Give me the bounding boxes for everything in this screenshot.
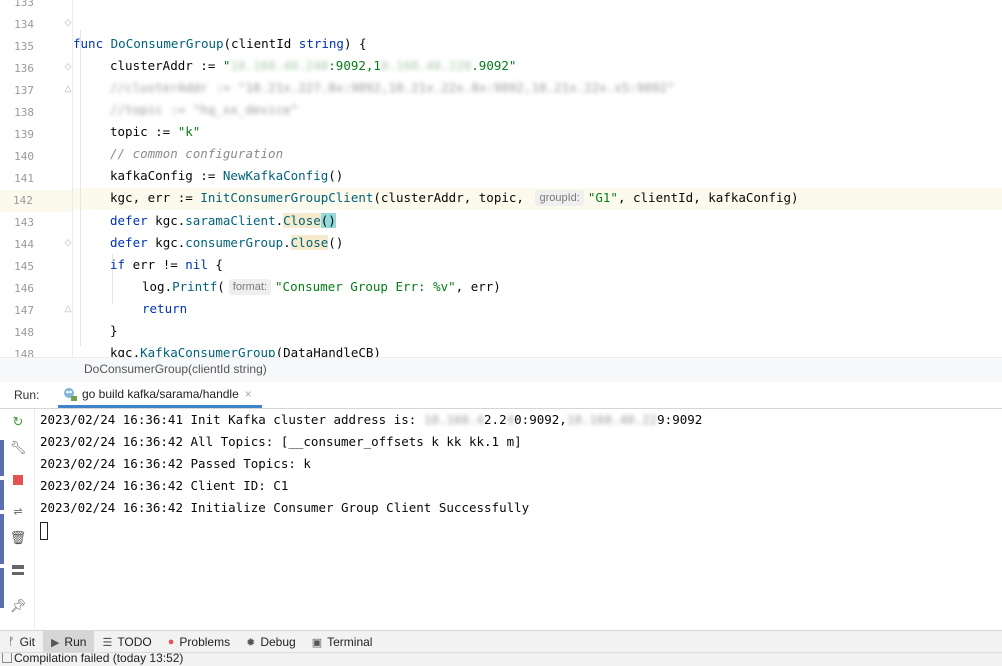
run-config-label: go build kafka/sarama/handle bbox=[82, 386, 239, 401]
side-strip bbox=[0, 440, 4, 620]
status-icon bbox=[2, 653, 12, 663]
status-text[interactable]: Compilation failed (today 13:52) bbox=[14, 653, 183, 665]
run-tool-window-header: Run: go build kafka/sarama/handle × bbox=[0, 382, 1002, 409]
error-icon: ● bbox=[167, 636, 175, 648]
console-line: 2023/02/24 16:36:42 Client ID: C1 bbox=[40, 478, 289, 493]
line-number: 136 bbox=[14, 62, 34, 75]
tab-problems[interactable]: ● Problems bbox=[160, 631, 238, 653]
stop-icon[interactable] bbox=[9, 471, 27, 489]
soft-wrap-icon[interactable]: ⇌ bbox=[9, 503, 27, 521]
breadcrumb[interactable]: DoConsumerGroup(clientId string) bbox=[0, 357, 1002, 383]
line-number: 135 bbox=[14, 40, 34, 53]
line-number-current: 142 bbox=[0, 190, 72, 212]
code-line: kafkaConfig := NewKafkaConfig() bbox=[110, 168, 344, 183]
console-line: 2023/02/24 16:36:42 Passed Topics: k bbox=[40, 456, 311, 471]
tab-label: Problems bbox=[179, 635, 231, 649]
trash-icon[interactable]: 🗑︎ bbox=[9, 529, 27, 547]
line-number: 139 bbox=[14, 128, 34, 141]
tab-label: Run bbox=[64, 635, 87, 649]
code-line: kgc, err := InitConsumerGroupClient(clus… bbox=[110, 190, 799, 206]
run-config-tab[interactable]: go build kafka/sarama/handle × bbox=[58, 382, 262, 408]
tab-label: Debug bbox=[260, 635, 296, 649]
code-line: return bbox=[142, 301, 188, 316]
code-area[interactable]: func DoConsumerGroup(clientId string) { … bbox=[73, 0, 1002, 357]
line-number: 148 bbox=[14, 326, 34, 339]
tool-window-tabs: ᚠ Git ▶ Run ☰ TODO ● Problems ✹ Debug ▣ … bbox=[0, 630, 1002, 653]
run-icon: ▶ bbox=[50, 636, 60, 649]
tab-git[interactable]: ᚠ Git bbox=[0, 631, 43, 653]
fold-marker-icon[interactable]: ◇ bbox=[64, 55, 72, 77]
run-title: Run: bbox=[14, 388, 40, 402]
code-line: clusterAddr := "10.160.40.240:9092,10.16… bbox=[110, 58, 517, 73]
fold-end-icon[interactable]: △ bbox=[64, 297, 72, 319]
code-line: } bbox=[110, 323, 118, 338]
line-number: 141 bbox=[14, 172, 34, 185]
console-line: 2023/02/24 16:36:41 Init Kafka cluster a… bbox=[40, 412, 703, 427]
code-editor[interactable]: 133 134 135 136 137 138 139 140 141 142 … bbox=[0, 0, 1002, 357]
line-number: 145 bbox=[14, 260, 34, 273]
console-output[interactable]: 2023/02/24 16:36:41 Init Kafka cluster a… bbox=[40, 409, 1002, 629]
run-toolbar: ↻ 🔧︎ ⇌ 🗑︎ 📌︎ bbox=[0, 409, 35, 629]
code-line: topic := "k" bbox=[110, 124, 201, 139]
terminal-icon: ▣ bbox=[311, 636, 323, 649]
status-bar: Compilation failed (today 13:52) bbox=[0, 652, 1002, 666]
fold-marker-icon[interactable]: ◇ bbox=[64, 231, 72, 253]
code-line: if err != nil { bbox=[110, 257, 223, 272]
wrench-icon[interactable]: 🔧︎ bbox=[9, 439, 27, 457]
tab-terminal[interactable]: ▣ Terminal bbox=[304, 631, 381, 653]
breadcrumb-item[interactable]: DoConsumerGroup(clientId string) bbox=[84, 362, 267, 376]
close-tab-icon[interactable]: × bbox=[245, 387, 252, 401]
line-number: 146 bbox=[14, 282, 34, 295]
rerun-icon[interactable]: ↻ bbox=[9, 413, 27, 431]
console-line: 2023/02/24 16:36:42 Initialize Consumer … bbox=[40, 500, 530, 515]
line-number: 144 bbox=[14, 238, 34, 251]
line-number: 147 bbox=[14, 304, 34, 317]
list-icon: ☰ bbox=[102, 636, 113, 649]
tab-label: TODO bbox=[117, 635, 152, 649]
code-line: // common configuration bbox=[110, 146, 284, 161]
tab-label: Git bbox=[19, 635, 35, 649]
bug-icon: ✹ bbox=[246, 636, 256, 649]
text-cursor bbox=[40, 521, 48, 540]
pin-icon[interactable]: 📌︎ bbox=[9, 597, 27, 615]
tab-todo[interactable]: ☰ TODO bbox=[94, 631, 159, 653]
console-input[interactable] bbox=[40, 519, 1002, 541]
code-line: log.Printf(format: "Consumer Group Err: %… bbox=[142, 279, 501, 295]
fold-marker-icon[interactable]: ◇ bbox=[64, 11, 72, 33]
fold-end-icon[interactable]: △ bbox=[64, 77, 72, 99]
code-line: defer kgc.consumerGroup.Close() bbox=[110, 235, 344, 250]
code-line-current: defer kgc.saramaClient.Close() bbox=[110, 213, 336, 228]
git-branch-icon: ᚠ bbox=[8, 636, 15, 648]
tab-run[interactable]: ▶ Run bbox=[42, 631, 95, 653]
tab-debug[interactable]: ✹ Debug bbox=[238, 631, 304, 653]
line-number: 140 bbox=[14, 150, 34, 163]
code-line: kgc.KafkaConsumerGroup(DataHandleCB) bbox=[110, 345, 381, 357]
line-number: 143 bbox=[14, 216, 34, 229]
layout-icon[interactable] bbox=[9, 561, 27, 579]
code-line: //topic := "hq_xx_device" bbox=[110, 102, 299, 117]
line-number: 137 bbox=[14, 84, 34, 97]
line-number: 133 bbox=[14, 0, 34, 9]
gopher-icon bbox=[64, 387, 77, 401]
line-number: 148 bbox=[14, 348, 34, 357]
line-number: 138 bbox=[14, 106, 34, 119]
code-line: //clusterAddr := "10.21x.227.8x:9092,10.… bbox=[110, 80, 675, 95]
code-line: func DoConsumerGroup(clientId string) { bbox=[73, 36, 367, 51]
tab-label: Terminal bbox=[327, 635, 373, 649]
line-number: 134 bbox=[14, 18, 34, 31]
console-line: 2023/02/24 16:36:42 All Topics: [__consu… bbox=[40, 434, 522, 449]
